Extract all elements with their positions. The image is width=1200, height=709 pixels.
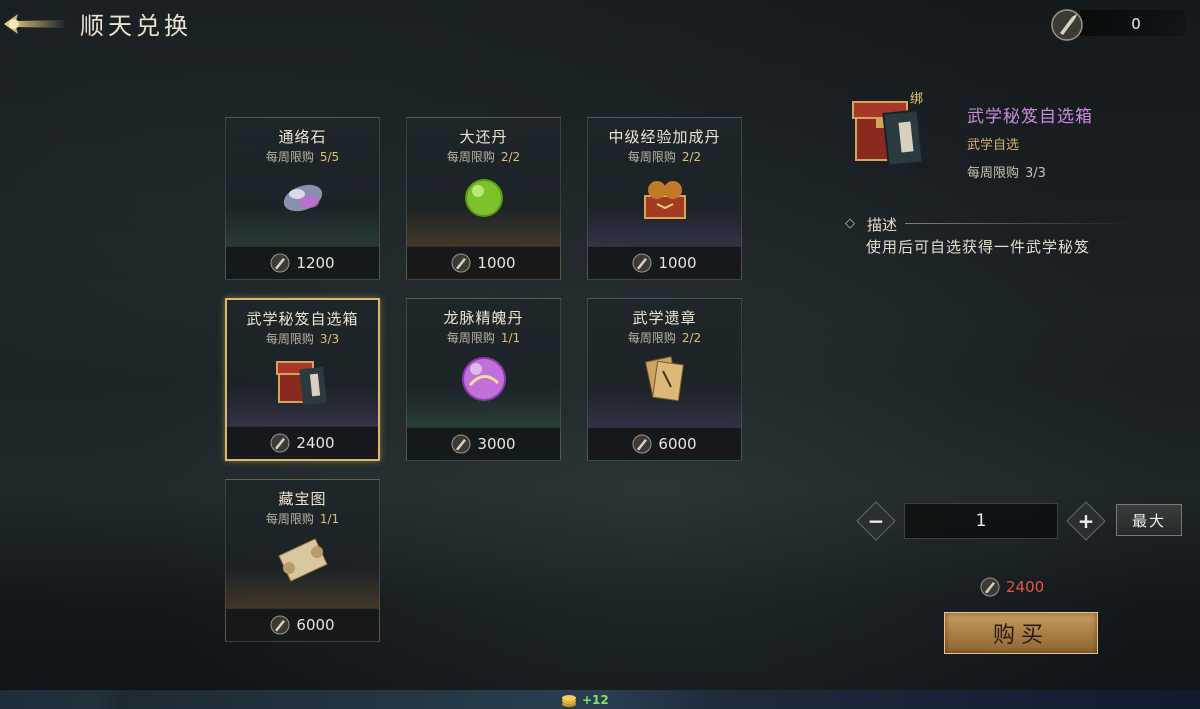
- item-name: 武学秘笈自选箱: [246, 310, 359, 328]
- limit-count: 1/1: [319, 512, 340, 526]
- green-pill-icon: [464, 179, 503, 217]
- limit-count: 1/1: [500, 331, 521, 345]
- token-icon: [270, 253, 290, 273]
- currency-amount: 0: [1131, 15, 1141, 33]
- price-row: 3000: [407, 427, 560, 460]
- total-price-value: 2400: [1006, 578, 1045, 596]
- coin-gain-value: +12: [582, 692, 609, 707]
- limit-count: 3/3: [319, 332, 340, 346]
- item-name: 龙脉精魄丹: [443, 309, 524, 327]
- item-price: 6000: [658, 435, 697, 453]
- detail-limit-count: 3/3: [1025, 166, 1046, 181]
- dragon-orb-icon: [461, 357, 506, 401]
- item-price: 1000: [658, 254, 697, 272]
- divider: [905, 223, 1135, 224]
- item-name: 通络石: [278, 128, 327, 146]
- coin-gain-indicator: +12: [560, 690, 609, 709]
- shop-item-card[interactable]: 藏宝图每周限购 1/1 6000: [225, 479, 380, 642]
- purchase-limit: 每周限购 2/2: [588, 329, 741, 346]
- price-row: 2400: [227, 426, 378, 459]
- shop-item-card[interactable]: 通络石每周限购 5/5 1200: [225, 117, 380, 280]
- item-price: 6000: [296, 616, 335, 634]
- shop-item-card[interactable]: 龙脉精魄丹每周限购 1/1 3000: [406, 298, 561, 461]
- item-name: 武学遗章: [632, 309, 697, 327]
- item-name: 藏宝图: [278, 490, 327, 508]
- detail-limit-label: 每周限购: [967, 166, 1020, 181]
- bound-tag: 绑: [910, 92, 924, 107]
- limit-label: 每周限购: [265, 512, 314, 526]
- limit-count: 2/2: [500, 150, 521, 164]
- purchase-limit: 每周限购 1/1: [226, 510, 379, 527]
- buy-button[interactable]: 购买: [944, 612, 1098, 654]
- item-name: 中级经验加成丹: [608, 128, 721, 146]
- detail-purchase-limit: 每周限购 3/3: [967, 162, 1046, 181]
- limit-count: 2/2: [681, 331, 702, 345]
- token-icon: [270, 433, 290, 453]
- shop-item-card[interactable]: 武学遗章每周限购 2/2 6000: [587, 298, 742, 461]
- plus-icon: +: [1077, 509, 1095, 533]
- limit-label: 每周限购: [446, 150, 495, 164]
- limit-label: 每周限购: [627, 150, 676, 164]
- pill-box-icon: [643, 181, 686, 219]
- gold-coins-icon: [562, 694, 576, 707]
- limit-count: 2/2: [681, 150, 702, 164]
- treasure-map-icon: [277, 538, 328, 582]
- price-row: 1000: [407, 246, 560, 279]
- max-quantity-button[interactable]: 最大: [1116, 504, 1182, 536]
- description-header: ◇ 描述: [845, 214, 1135, 234]
- diamond-icon: ◇: [845, 216, 855, 231]
- price-row: 6000: [588, 427, 741, 460]
- page-title: 顺天兑换: [80, 12, 192, 40]
- token-icon: [451, 253, 471, 273]
- detail-item-category: 武学自选: [967, 138, 1020, 153]
- purchase-limit: 每周限购 3/3: [227, 330, 378, 347]
- item-price: 1200: [296, 254, 335, 272]
- item-price: 1000: [477, 254, 516, 272]
- purchase-limit: 每周限购 2/2: [588, 148, 741, 165]
- description-label: 描述: [867, 216, 898, 234]
- scroll-pages-icon: [644, 356, 684, 402]
- token-icon: [451, 434, 471, 454]
- token-icon: [980, 577, 1000, 597]
- gem-icon: [283, 184, 322, 212]
- shop-item-card[interactable]: 武学秘笈自选箱每周限购 3/3 2400: [225, 298, 380, 461]
- description-text: 使用后可自选获得一件武学秘笈: [866, 238, 1091, 256]
- token-icon: [632, 253, 652, 273]
- limit-label: 每周限购: [265, 150, 314, 164]
- currency-display: 0: [1050, 8, 1190, 41]
- limit-label: 每周限购: [446, 331, 495, 345]
- detail-item-name: 武学秘笈自选箱: [967, 107, 1093, 127]
- price-row: 1200: [226, 246, 379, 279]
- shop-item-card[interactable]: 大还丹每周限购 2/2 1000: [406, 117, 561, 280]
- total-price: 2400: [980, 575, 1044, 599]
- limit-count: 5/5: [319, 150, 340, 164]
- purchase-limit: 每周限购 2/2: [407, 148, 560, 165]
- price-row: 1000: [588, 246, 741, 279]
- item-price: 3000: [477, 435, 516, 453]
- purchase-limit: 每周限购 1/1: [407, 329, 560, 346]
- back-arrow-icon: [4, 14, 66, 34]
- item-price: 2400: [296, 434, 335, 452]
- token-icon: [1051, 9, 1083, 41]
- price-row: 6000: [226, 608, 379, 641]
- purchase-limit: 每周限购 5/5: [226, 148, 379, 165]
- limit-label: 每周限购: [627, 331, 676, 345]
- shop-item-card[interactable]: 中级经验加成丹每周限购 2/2 1000: [587, 117, 742, 280]
- quantity-input[interactable]: [904, 503, 1058, 539]
- back-button[interactable]: [0, 6, 70, 42]
- token-icon: [632, 434, 652, 454]
- minus-icon: −: [867, 509, 885, 533]
- item-name: 大还丹: [459, 128, 508, 146]
- token-icon: [270, 615, 290, 635]
- chest-icon: [275, 361, 327, 406]
- limit-label: 每周限购: [265, 332, 314, 346]
